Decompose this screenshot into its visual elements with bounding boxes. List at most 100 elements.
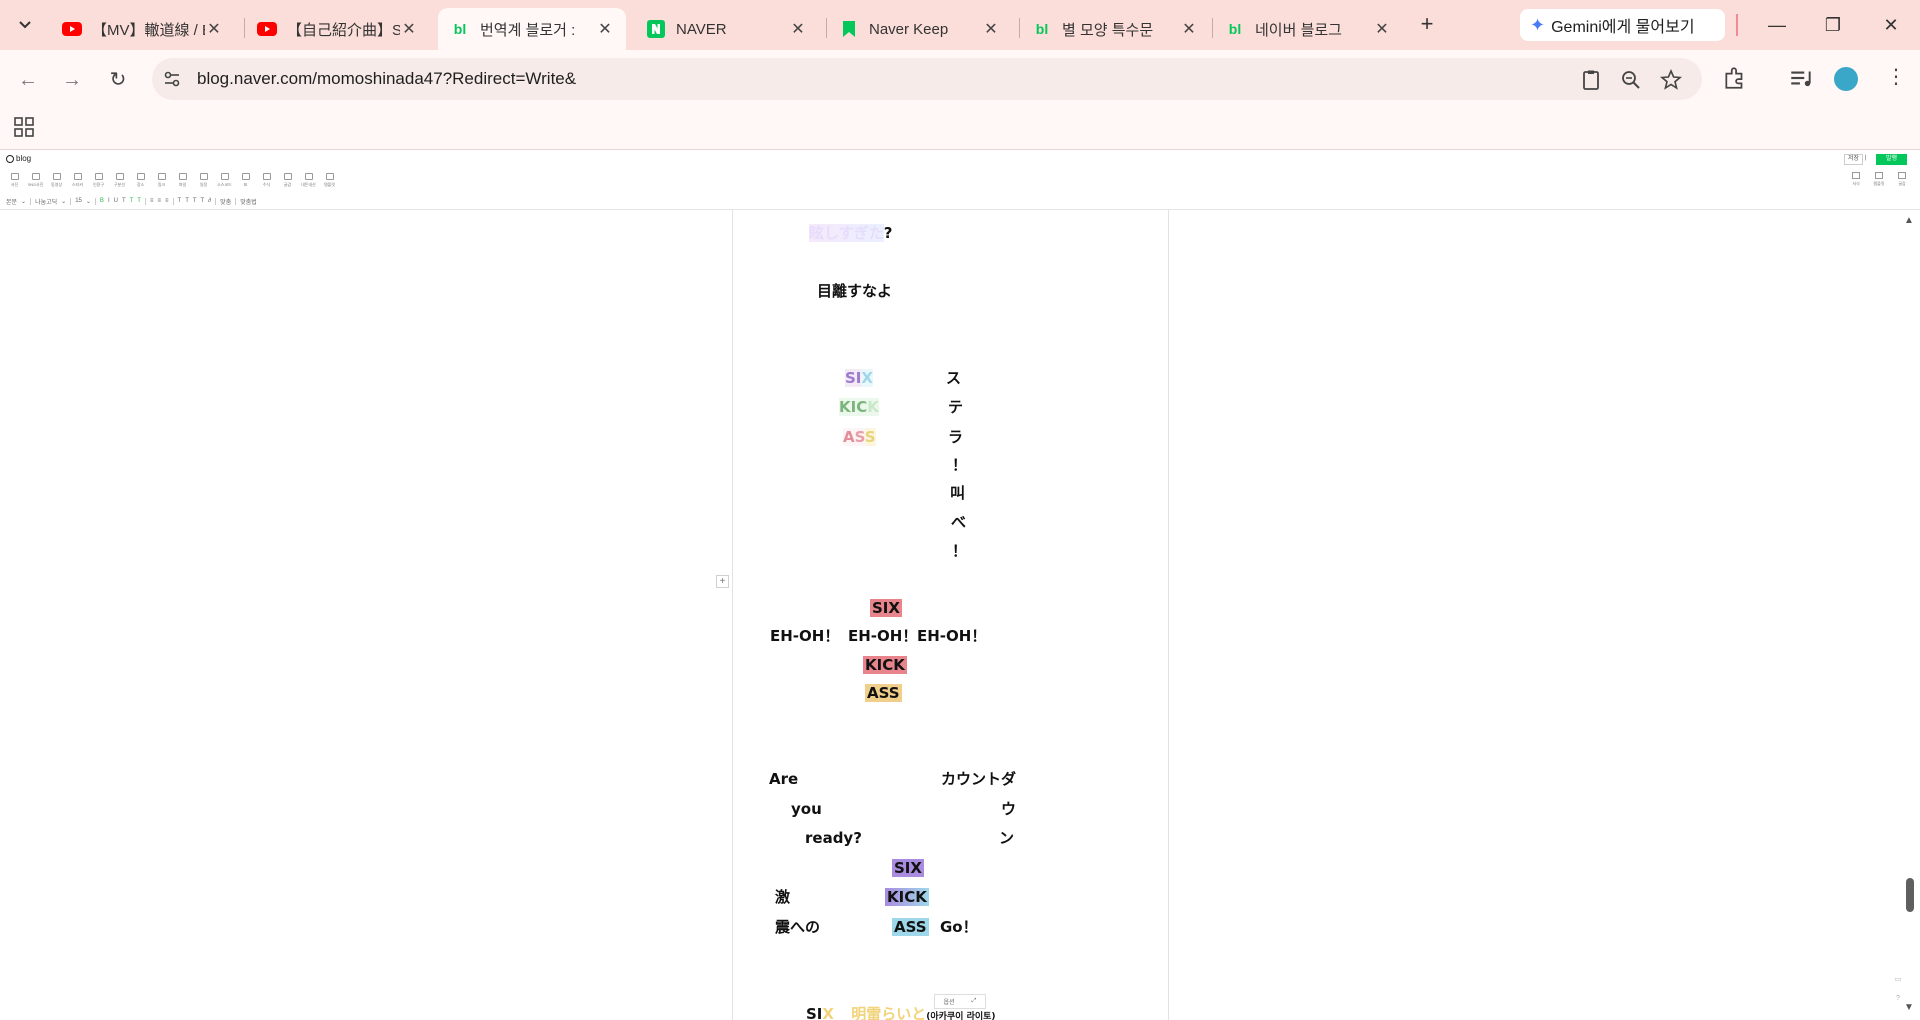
insert-tool-button[interactable]: 템플릿 bbox=[319, 172, 340, 192]
insert-tool-button[interactable]: 글감 bbox=[277, 172, 298, 192]
blog-logo[interactable]: blog bbox=[6, 154, 31, 163]
forward-button[interactable]: → bbox=[58, 66, 86, 94]
text-color-button[interactable]: T bbox=[130, 198, 134, 204]
close-icon[interactable]: ✕ bbox=[205, 19, 223, 39]
italic-button[interactable]: I bbox=[108, 198, 110, 204]
tab-special-characters[interactable]: bl 별 모양 특수문 ✕ bbox=[1020, 8, 1210, 50]
insert-tool-button[interactable]: 내돈내산 bbox=[298, 172, 319, 192]
editor-header: blog 저장 | 발행 사진 SNS사진 동영상 스티커 인용구 구분선 장소 링크 파일 일정… bbox=[0, 150, 1920, 210]
insert-tool-button[interactable]: 링크 bbox=[151, 172, 172, 192]
special-char-button[interactable]: T bbox=[193, 198, 197, 204]
paragraph-style-select[interactable]: 본문 bbox=[6, 197, 17, 206]
insert-template-button[interactable]: 템플릿 bbox=[1868, 172, 1890, 187]
font-size-select[interactable]: 15 bbox=[75, 198, 82, 204]
tab-search-button[interactable] bbox=[12, 12, 38, 38]
add-component-button[interactable]: + bbox=[716, 575, 729, 588]
font-select[interactable]: 나눔고딕 bbox=[35, 197, 57, 206]
insert-tool-button[interactable]: 표 bbox=[235, 172, 256, 192]
highlighted-lyric: KICK bbox=[863, 656, 907, 674]
extensions-icon[interactable] bbox=[1722, 65, 1748, 91]
clipboard-icon[interactable] bbox=[1579, 68, 1603, 92]
minimize-button[interactable]: — bbox=[1762, 10, 1792, 40]
lyric-ass: ASS bbox=[865, 683, 902, 703]
scroll-up-arrow-icon[interactable]: ▲ bbox=[1904, 215, 1914, 226]
tab-naver-blog[interactable]: bl 네이버 블로그 ✕ bbox=[1213, 8, 1403, 50]
component-option-button[interactable]: 옵션 bbox=[944, 997, 955, 1006]
insert-tool-label: 스티커 bbox=[71, 182, 84, 187]
lyric-kick: KICK bbox=[885, 887, 929, 907]
bookmark-star-icon[interactable] bbox=[1659, 68, 1683, 92]
close-icon[interactable]: ✕ bbox=[789, 19, 807, 39]
publish-button[interactable]: 발행 bbox=[1876, 154, 1907, 165]
tab-naver[interactable]: NAVER ✕ bbox=[634, 8, 819, 50]
tab-naver-blog-editor[interactable]: bl 번역계 블로거 : ✕ bbox=[438, 8, 626, 50]
insert-tool-button[interactable]: 구분선 bbox=[109, 172, 130, 192]
link-button[interactable]: ∂ bbox=[208, 198, 211, 204]
insert-tool-button[interactable]: 동영상 bbox=[46, 172, 67, 192]
subscript-button[interactable]: T bbox=[185, 198, 189, 204]
gemini-button[interactable]: ✦ Gemini에게 물어보기 bbox=[1520, 9, 1725, 41]
browser-menu-icon[interactable]: ⋮ bbox=[1886, 64, 1906, 89]
insert-tool-button[interactable]: 수식 bbox=[256, 172, 277, 192]
insert-tool-button[interactable]: 파일 bbox=[172, 172, 193, 192]
profile-avatar[interactable] bbox=[1834, 67, 1858, 91]
align-button[interactable]: ≡ bbox=[150, 198, 154, 204]
reload-button[interactable]: ↻ bbox=[104, 66, 132, 94]
media-control-icon[interactable] bbox=[1788, 65, 1814, 91]
insert-toolbar: 사진 SNS사진 동영상 스티커 인용구 구분선 장소 링크 파일 일정 소스코드 표 수식 글감 내돈내산… bbox=[4, 172, 340, 192]
close-icon[interactable]: ✕ bbox=[982, 19, 1000, 39]
chat-icon[interactable]: ▭ bbox=[1892, 975, 1904, 985]
close-icon[interactable]: ✕ bbox=[596, 19, 614, 39]
toolbar-divider bbox=[30, 197, 32, 205]
insert-tool-button[interactable]: 인용구 bbox=[88, 172, 109, 192]
site-info-icon[interactable] bbox=[162, 69, 182, 89]
apps-grid-icon[interactable] bbox=[14, 117, 34, 137]
bold-button[interactable]: B bbox=[100, 198, 104, 204]
close-icon[interactable]: ✕ bbox=[1373, 19, 1391, 39]
insert-tool-button[interactable]: 일정 bbox=[193, 172, 214, 192]
insert-tool-button[interactable]: 사진 bbox=[4, 172, 25, 192]
zoom-icon[interactable] bbox=[1619, 68, 1643, 92]
insert-tool-icon bbox=[73, 173, 82, 180]
highlighted-lyric: KICK bbox=[885, 888, 929, 906]
insert-tool-button[interactable]: 스티커 bbox=[67, 172, 88, 192]
clear-format-button[interactable]: T bbox=[201, 198, 205, 204]
lyric-text: X bbox=[822, 1005, 834, 1020]
superscript-button[interactable]: T bbox=[178, 198, 182, 204]
insert-tool-button[interactable]: 소스코드 bbox=[214, 172, 235, 192]
help-icon[interactable]: ? bbox=[1892, 995, 1904, 1005]
insert-material-button[interactable]: 글감 bbox=[1891, 172, 1913, 187]
document-body[interactable] bbox=[732, 210, 1169, 1020]
bg-color-button[interactable]: T bbox=[137, 198, 141, 204]
insert-tool-button[interactable]: SNS사진 bbox=[25, 172, 46, 192]
new-tab-button[interactable]: + bbox=[1414, 12, 1440, 38]
line-height-button[interactable]: ≡ bbox=[157, 198, 161, 204]
vertical-scrollbar[interactable]: ▲ ▼ bbox=[1899, 210, 1920, 1020]
back-button[interactable]: ← bbox=[14, 66, 42, 94]
strike-button[interactable]: T bbox=[122, 198, 126, 204]
address-bar[interactable]: blog.naver.com/momoshinada47?Redirect=Wr… bbox=[152, 58, 1702, 100]
scroll-down-arrow-icon[interactable]: ▼ bbox=[1904, 1002, 1914, 1013]
youtube-icon bbox=[62, 19, 82, 39]
list-button[interactable]: ≡ bbox=[165, 198, 169, 204]
underline-button[interactable]: U bbox=[114, 198, 118, 204]
scrollbar-thumb[interactable] bbox=[1906, 878, 1914, 912]
close-window-button[interactable]: ✕ bbox=[1876, 10, 1906, 40]
insert-tool-label: 수식 bbox=[262, 182, 271, 187]
lyric-vertical-char: ！ bbox=[952, 542, 968, 560]
insert-tool-button[interactable]: 장소 bbox=[130, 172, 151, 192]
insert-format-button[interactable]: 서식 bbox=[1845, 172, 1867, 187]
align-menu-button[interactable]: 맞춤 bbox=[220, 197, 231, 206]
expand-icon[interactable]: ⤢ bbox=[972, 998, 977, 1005]
tab-youtube-self-intro[interactable]: 【自己紹介曲】SI ✕ bbox=[245, 8, 430, 50]
lyric-text: S bbox=[864, 428, 876, 446]
insert-tool-icon bbox=[304, 173, 313, 180]
save-button[interactable]: 저장 bbox=[1844, 154, 1864, 165]
close-icon[interactable]: ✕ bbox=[400, 19, 418, 39]
close-icon[interactable]: ✕ bbox=[1180, 19, 1198, 39]
insert-tool-label: 사진 bbox=[10, 182, 19, 187]
tab-youtube-mv[interactable]: 【MV】轍道線 / E ✕ bbox=[50, 8, 235, 50]
spellcheck-button[interactable]: 맞춤법 bbox=[240, 197, 257, 206]
tab-naver-keep[interactable]: Naver Keep ✕ bbox=[827, 8, 1012, 50]
restore-button[interactable]: ❐ bbox=[1818, 10, 1848, 40]
